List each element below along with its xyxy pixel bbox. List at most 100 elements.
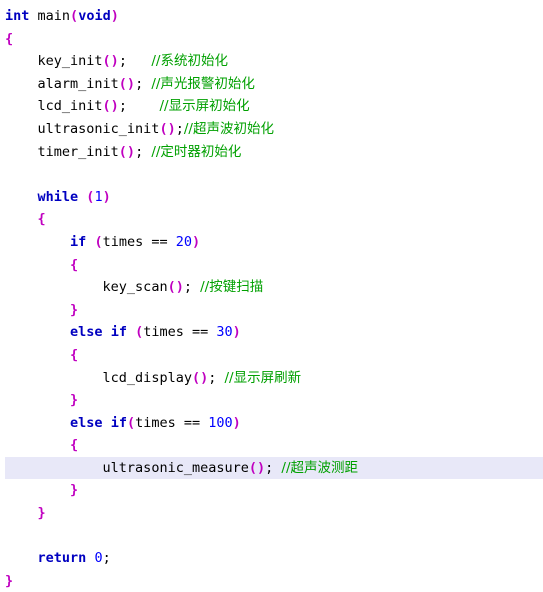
code-line: alarm_init(); //声光报警初始化: [5, 73, 543, 96]
code-token-plain: ;: [135, 75, 152, 92]
code-token-punc: }: [5, 572, 14, 589]
code-token-punc: {: [37, 211, 46, 228]
code-token-fn: alarm_init: [37, 75, 119, 92]
code-token-cmt: //声光报警初始化: [151, 75, 255, 92]
code-token-fn: lcd_init: [37, 98, 103, 115]
code-token-cmt: //定时器初始化: [151, 143, 242, 160]
code-line: }: [5, 570, 543, 592]
code-token-punc: }: [70, 482, 79, 499]
code-token-plain: ;: [265, 459, 282, 476]
code-line: }: [5, 479, 543, 502]
code-line: }: [5, 299, 543, 322]
code-token-punc: (): [248, 459, 266, 476]
code-token-plain: ;: [208, 369, 225, 386]
code-token-cmt: //按键扫描: [200, 279, 264, 296]
code-token-plain: times ==: [102, 233, 176, 250]
code-token-punc: (): [159, 120, 176, 137]
code-line: ultrasonic_init();//超声波初始化: [5, 118, 543, 141]
code-line: timer_init(); //定时器初始化: [5, 141, 543, 164]
code-token-type: int: [5, 8, 30, 24]
code-editor[interactable]: int main(void){ key_init(); //系统初始化 alar…: [0, 0, 543, 589]
code-token-kw: else: [70, 324, 103, 341]
code-line: int main(void): [5, 5, 543, 28]
code-token-fn: ultrasonic_init: [37, 120, 160, 137]
code-token-fn: key_scan: [102, 279, 168, 296]
code-line: {: [5, 434, 543, 457]
code-token-fn: main: [37, 8, 71, 24]
code-token-punc: ): [102, 188, 111, 205]
code-line: }: [5, 389, 543, 412]
code-listing: int main(void){ key_init(); //系统初始化 alar…: [0, 0, 543, 592]
code-token-num: 20: [175, 233, 192, 250]
code-token-punc: (: [126, 414, 136, 431]
code-token-cmt: //显示屏初始化: [159, 98, 250, 115]
code-token-punc: {: [70, 346, 79, 363]
code-token-punc: }: [37, 505, 46, 522]
code-line: if (times == 20): [5, 231, 543, 254]
code-token-punc: (: [135, 324, 144, 341]
code-token-plain: ;: [118, 98, 127, 115]
code-line: key_scan(); //按键扫描: [5, 276, 543, 299]
code-token-punc: ): [232, 324, 241, 341]
code-line: {: [5, 28, 543, 51]
code-token-punc: (: [70, 8, 79, 24]
code-token-punc: }: [70, 392, 79, 409]
code-token-cmt: //显示屏刷新: [224, 369, 302, 386]
code-token-plain: times ==: [135, 414, 209, 431]
code-token-punc: (): [118, 75, 136, 92]
code-token-punc: (: [94, 233, 103, 250]
code-token-num: 100: [208, 414, 233, 431]
code-token-plain: times ==: [143, 324, 217, 341]
code-token-plain: ;: [135, 143, 152, 160]
code-token-kw: if: [110, 324, 127, 341]
code-token-type: void: [78, 8, 111, 24]
code-token-cmt: //系统初始化: [151, 53, 228, 70]
code-line: else if(times == 100): [5, 412, 543, 435]
code-token-punc: ): [232, 414, 241, 431]
code-token-fn: timer_init: [37, 143, 119, 160]
code-token-kw: else: [70, 414, 103, 431]
code-token-kw: return: [37, 550, 87, 567]
code-token-kw: while: [37, 188, 79, 205]
code-token-punc: (): [118, 143, 136, 160]
code-token-num: 30: [216, 324, 233, 341]
code-token-kw: if: [110, 414, 127, 431]
code-line: return 0;: [5, 547, 543, 570]
code-token-fn: ultrasonic_measure: [102, 459, 249, 476]
code-token-punc: {: [5, 30, 14, 47]
code-line: else if (times == 30): [5, 321, 543, 344]
code-token-cmt: //超声波初始化: [183, 120, 274, 137]
code-token-fn: lcd_display: [102, 369, 192, 386]
code-token-fn: key_init: [37, 53, 103, 70]
code-token-plain: ;: [175, 120, 184, 137]
code-token-punc: (): [102, 53, 119, 70]
code-token-punc: (): [102, 98, 119, 115]
code-line: {: [5, 208, 543, 231]
code-token-num: 1: [94, 188, 103, 205]
code-token-kw: if: [70, 233, 87, 250]
code-token-punc: ): [192, 233, 201, 250]
